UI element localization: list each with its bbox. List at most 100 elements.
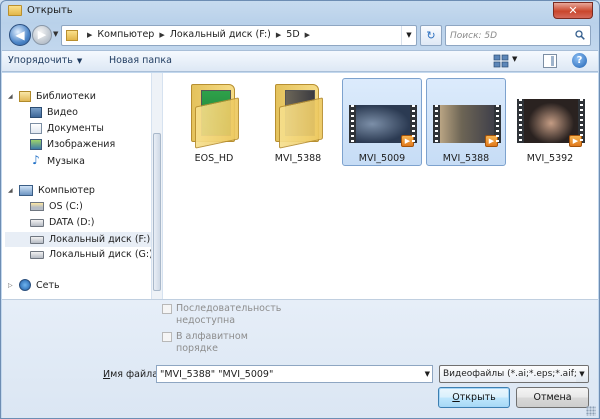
filename-label-text: мя файла: (110, 369, 162, 380)
file-item-mvi-5009[interactable]: ▶ MVI_5009 (342, 78, 422, 166)
sequence-label-line2: недоступна (176, 315, 236, 326)
collapse-arrow-icon[interactable]: ◢ (8, 187, 15, 194)
documents-library-icon (30, 123, 42, 134)
libraries-icon (19, 91, 31, 102)
breadcrumb-5d[interactable]: 5D (286, 29, 299, 40)
search-box[interactable] (445, 25, 591, 46)
file-item-mvi-5392[interactable]: ▶ MVI_5392 (510, 78, 590, 166)
sidebar-item-label: Видео (47, 107, 78, 118)
video-library-icon (30, 107, 42, 118)
video-thumbnail: ▶ (517, 99, 585, 147)
folder-icon (275, 84, 323, 149)
chevron-down-icon[interactable]: ▼ (576, 366, 588, 382)
back-button[interactable]: ◀ (9, 24, 31, 46)
sidebar-group-label: Компьютер (38, 185, 95, 196)
video-thumbnail: ▶ (349, 105, 417, 147)
refresh-icon: ↻ (426, 29, 436, 42)
sidebar-item-documents[interactable]: Документы (30, 123, 104, 134)
sequence-option-text: Последовательность недоступна (176, 303, 281, 327)
alphabetical-option: В алфавитном порядке (162, 331, 248, 355)
open-file-dialog: Открыть ✕ ◀ ▶ ▼ ▶ Компьютер ▶ Локальный … (0, 0, 600, 419)
collapse-arrow-icon[interactable]: ◢ (8, 93, 15, 100)
chevron-down-icon: ▼ (76, 56, 83, 65)
address-bar[interactable]: ▶ Компьютер ▶ Локальный диск (F:) ▶ 5D ▶… (61, 25, 417, 46)
cancel-button[interactable]: Отмена (516, 387, 589, 408)
windows-drive-icon (30, 202, 44, 211)
alphabetical-checkbox[interactable] (162, 332, 172, 342)
sidebar-item-label: DATA (D:) (49, 217, 95, 228)
arrow-right-icon: ▶ (37, 28, 47, 41)
breadcrumb-computer[interactable]: Компьютер (97, 29, 154, 40)
open-button[interactable]: Открыть (438, 387, 510, 408)
drive-icon (30, 218, 44, 227)
chevron-down-icon[interactable]: ▼ (425, 370, 430, 378)
preview-pane-icon[interactable] (543, 54, 557, 68)
navigation-scrollbar[interactable] (152, 73, 163, 299)
file-list: EOS_HD MVI_5388 ▶ MVI_5009 ▶ MVI_5388 ▶ … (164, 73, 598, 299)
close-button[interactable]: ✕ (553, 2, 593, 19)
organize-label: Упорядочить (8, 55, 73, 66)
search-icon[interactable] (575, 30, 585, 40)
sidebar-item-drive-d[interactable]: DATA (D:) (30, 217, 94, 228)
file-item-mvi-5388-video[interactable]: ▶ MVI_5388 (426, 78, 506, 166)
drive-icon (30, 250, 44, 259)
sidebar-item-drive-f[interactable]: Локальный диск (F:) (5, 232, 151, 247)
chevron-right-icon[interactable]: ▶ (305, 31, 310, 39)
play-icon: ▶ (485, 135, 498, 147)
chevron-right-icon[interactable]: ▶ (276, 31, 281, 39)
filename-label: Имя файла: (103, 369, 161, 380)
sidebar-item-drive-g[interactable]: Локальный диск (G:) (30, 249, 151, 260)
sidebar-group-network[interactable]: ▷ Сеть (8, 279, 60, 291)
view-dropdown-icon[interactable]: ▼ (512, 55, 517, 63)
title-bar: Открыть ✕ (1, 1, 599, 21)
navigation-pane: ◢ Библиотеки Видео Документы Изображения… (2, 73, 152, 299)
play-icon: ▶ (569, 135, 582, 147)
sidebar-item-label: Документы (47, 123, 104, 134)
sidebar-item-music[interactable]: ♪ Музыка (30, 153, 85, 167)
expand-arrow-icon[interactable]: ▷ (8, 282, 15, 289)
sidebar-group-label: Библиотеки (36, 91, 96, 102)
file-name: MVI_5388 (274, 153, 322, 164)
file-name: MVI_5009 (358, 153, 406, 164)
sequence-label-line1: Последовательность (176, 303, 282, 314)
file-item-mvi-5388-folder[interactable]: MVI_5388 (258, 78, 338, 166)
view-icon[interactable] (493, 54, 509, 68)
window-title: Открыть (27, 5, 73, 16)
chevron-right-icon[interactable]: ▶ (159, 31, 164, 39)
command-bar: Упорядочить ▼ Новая папка ▼ ? (2, 50, 598, 72)
file-item-eos-hd[interactable]: EOS_HD (174, 78, 254, 166)
open-label-text: ткрыть (459, 392, 496, 403)
search-input[interactable] (450, 29, 570, 42)
sidebar-group-libraries[interactable]: ◢ Библиотеки (8, 91, 96, 102)
refresh-button[interactable]: ↻ (420, 25, 442, 46)
images-library-icon (30, 139, 42, 150)
file-type-select[interactable]: Видеофайлы (*.ai;*.eps;*.aif;*.a ▼ (439, 365, 589, 383)
filename-field[interactable]: "MVI_5388" "MVI_5009" ▼ (156, 365, 433, 383)
resize-grip[interactable] (586, 406, 596, 416)
filename-value: "MVI_5388" "MVI_5009" (160, 369, 274, 380)
play-icon: ▶ (401, 135, 414, 147)
help-button[interactable]: ? (572, 53, 587, 68)
dialog-footer: Последовательность недоступна В алфавитн… (2, 299, 598, 418)
video-thumbnail: ▶ (433, 105, 501, 147)
file-type-value: Видеофайлы (*.ai;*.eps;*.aif;*.a (443, 369, 589, 379)
alphabetical-option-text: В алфавитном порядке (176, 331, 248, 355)
recent-locations-dropdown[interactable]: ▼ (53, 30, 61, 40)
music-library-icon: ♪ (32, 153, 40, 167)
sidebar-item-images[interactable]: Изображения (30, 139, 115, 150)
sidebar-item-label: Музыка (47, 155, 85, 167)
breadcrumb-drive-f[interactable]: Локальный диск (F:) (170, 29, 271, 40)
sidebar-item-label: OS (C:) (49, 201, 83, 212)
sidebar-item-video[interactable]: Видео (30, 107, 78, 118)
sequence-option: Последовательность недоступна (162, 303, 281, 327)
organize-button[interactable]: Упорядочить ▼ (8, 55, 82, 66)
sidebar-item-drive-c[interactable]: OS (C:) (30, 201, 83, 212)
file-name: MVI_5392 (526, 153, 574, 164)
sidebar-group-computer[interactable]: ◢ Компьютер (8, 185, 95, 196)
chevron-right-icon[interactable]: ▶ (87, 31, 92, 39)
sequence-checkbox[interactable] (162, 304, 172, 314)
forward-button[interactable]: ▶ (32, 25, 52, 45)
scrollbar-thumb[interactable] (153, 133, 161, 291)
new-folder-button[interactable]: Новая папка (109, 55, 172, 66)
address-dropdown[interactable]: ▼ (401, 26, 416, 45)
